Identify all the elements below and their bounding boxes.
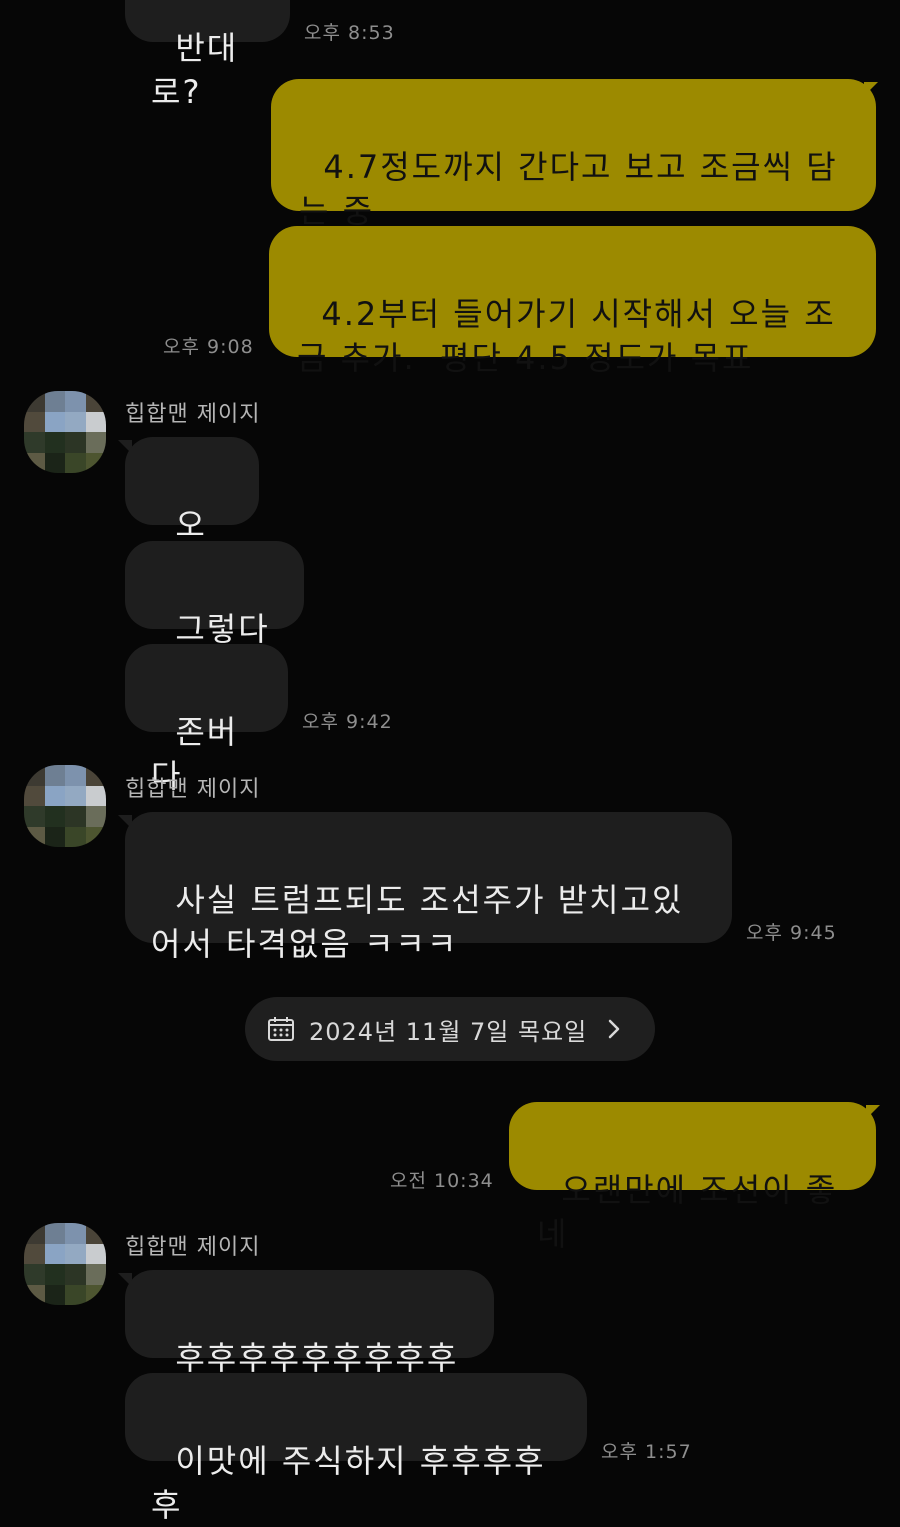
date-divider-label: 2024년 11월 7일 목요일	[309, 1017, 588, 1046]
message-time: 오후 8:53	[304, 22, 395, 44]
message-text: 오랜만에 조선이 좋네	[537, 1171, 838, 1253]
message-bubble-outgoing[interactable]: 4.2부터 들어가기 시작해서 오늘 조금 추가. 평단 4.5 정도가 목표	[269, 226, 876, 377]
avatar[interactable]	[24, 1223, 106, 1305]
calendar-icon	[267, 1015, 295, 1043]
message-bubble-incoming[interactable]: 그렇다면	[125, 541, 304, 692]
message-text: 4.7정도까지 간다고 보고 조금씩 담는 중	[299, 148, 838, 230]
sender-name: 힙합맨 제이지	[125, 402, 261, 427]
message-text: 사실 트럼프되도 조선주가 받치고있어서 타격없음 ㅋㅋㅋ	[151, 881, 684, 963]
message-time: 오후 9:08	[163, 336, 254, 358]
message-time: 오후 9:45	[746, 922, 837, 944]
message-bubble-incoming[interactable]: 이맛에 주식하지 후후후후후	[125, 1373, 587, 1524]
avatar[interactable]	[24, 391, 106, 473]
message-text: 4.2부터 들어가기 시작해서 오늘 조금 추가. 평단 4.5 정도가 목표	[297, 295, 836, 377]
message-bubble-incoming[interactable]: 존버다	[125, 644, 288, 795]
sender-name: 힙합맨 제이지	[125, 777, 261, 802]
date-divider[interactable]: 2024년 11월 7일 목요일	[245, 997, 655, 1061]
message-time: 오후 9:42	[302, 711, 393, 733]
chevron-right-icon	[605, 1017, 623, 1041]
message-bubble-incoming[interactable]: 사실 트럼프되도 조선주가 받치고있어서 타격없음 ㅋㅋㅋ	[125, 812, 732, 963]
message-text: 반대로?	[151, 29, 239, 111]
message-bubble-incoming[interactable]: 반대로?	[125, 0, 290, 111]
message-text: 이맛에 주식하지 후후후후후	[151, 1442, 546, 1524]
message-time: 오전 10:34	[390, 1170, 494, 1192]
message-time: 오후 1:57	[601, 1441, 692, 1463]
message-bubble-incoming[interactable]: 오호?	[125, 437, 259, 588]
sender-name: 힙합맨 제이지	[125, 1235, 261, 1260]
avatar[interactable]	[24, 765, 106, 847]
message-bubble-outgoing[interactable]: 4.7정도까지 간다고 보고 조금씩 담는 중	[271, 79, 876, 230]
message-bubble-incoming[interactable]: 후후후후후후후후후후	[125, 1270, 494, 1421]
message-bubble-outgoing[interactable]: 오랜만에 조선이 좋네	[509, 1102, 876, 1253]
